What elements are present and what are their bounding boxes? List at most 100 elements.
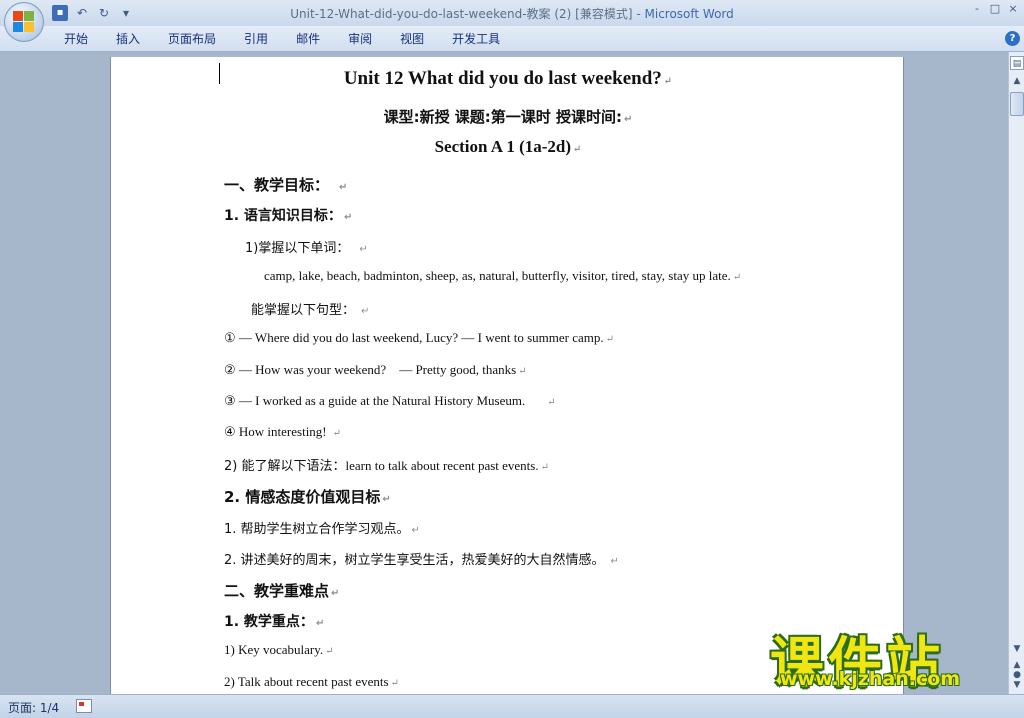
grammar-item: 2) 能了解以下语法：learn to talk about recent pa… <box>224 455 549 474</box>
sentence-4-text: ④ How interesting! <box>224 424 327 439</box>
paragraph-mark: ↵ <box>361 306 370 317</box>
heading-objectives-text: 一、教学目标： <box>224 176 330 194</box>
window-title-doc: Unit-12-What-did-you-do-last-weekend-教案 … <box>290 7 645 21</box>
document-workspace[interactable]: Unit 12 What did you do last weekend? ↵ 课… <box>0 52 1008 694</box>
tab-view[interactable]: 视图 <box>386 30 438 48</box>
subheading-language: 1. 语言知识目标： ↵ <box>224 205 352 225</box>
help-icon[interactable]: ? <box>1005 31 1020 46</box>
attitude-item-1: 1. 帮助学生树立合作学习观点。 ↵ <box>224 518 420 537</box>
paragraph-mark: ↵ <box>411 525 420 536</box>
paragraph-mark: ↵ <box>359 244 368 255</box>
attitude-item-1-text: 1. 帮助学生树立合作学习观点。 <box>224 522 410 537</box>
focus-item-1-text: 1) Key vocabulary. <box>224 642 324 657</box>
proofing-status-icon[interactable] <box>76 699 92 713</box>
paragraph-mark: ↵ <box>331 588 340 599</box>
focus-item-2-text: 2) Talk about recent past events <box>224 674 389 689</box>
subheading-attitude-text: 2. 情感态度价值观目标 <box>224 488 381 506</box>
scroll-down-icon[interactable]: ▼ <box>1010 642 1024 656</box>
scrollbar-thumb[interactable] <box>1010 92 1024 116</box>
office-button[interactable] <box>4 2 44 42</box>
restore-button[interactable]: □ <box>988 2 1002 16</box>
undo-icon[interactable]: ↶ <box>74 5 90 21</box>
doc-subtitle: 课型:新授 课题:第一课时 授课时间: ↵ <box>111 106 905 127</box>
tab-references[interactable]: 引用 <box>230 30 282 48</box>
heading-key-points: 二、教学重难点 ↵ <box>224 580 339 601</box>
doc-section-text: Section A 1 (1a-2d) <box>434 137 572 156</box>
paragraph-mark: ↵ <box>518 366 527 377</box>
title-bar: ▪ ↶ ↻ ▾ Unit-12-What-did-you-do-last-wee… <box>0 0 1024 26</box>
tab-mailings[interactable]: 邮件 <box>282 30 334 48</box>
item-words-label: 1)掌握以下单词： ↵ <box>245 237 368 256</box>
tab-developer[interactable]: 开发工具 <box>438 30 514 48</box>
sentence-2-text: ② — How was your weekend? — Pretty good,… <box>224 362 517 377</box>
office-logo-icon <box>13 11 35 33</box>
paragraph-mark: ↵ <box>315 618 325 629</box>
paragraph-mark: ↵ <box>610 556 619 567</box>
subheading-focus-text: 1. 教学重点： <box>224 614 314 630</box>
attitude-item-2-text: 2. 讲述美好的周末，树立学生享受生活，热爱美好的大自然情感。 <box>224 553 605 568</box>
grammar-item-text: learn to talk about recent past events. <box>345 458 539 473</box>
doc-subtitle-text: 课型:新授 课题:第一课时 授课时间: <box>383 108 623 126</box>
paragraph-mark: ↵ <box>325 646 334 657</box>
sentence-3: ③ — I worked as a guide at the Natural H… <box>224 393 556 409</box>
subheading-focus: 1. 教学重点： ↵ <box>224 611 324 631</box>
paragraph-mark: ↵ <box>339 182 348 193</box>
vocabulary-list-text: camp, lake, beach, badminton, sheep, as,… <box>264 268 731 283</box>
scroll-up-icon[interactable]: ▲ <box>1010 74 1024 88</box>
heading-objectives: 一、教学目标： ↵ <box>224 174 347 195</box>
paragraph-mark: ↵ <box>663 76 673 87</box>
paragraph-mark: ↵ <box>573 144 582 155</box>
sentence-3-text: ③ — I worked as a guide at the Natural H… <box>224 393 526 408</box>
window-title: Unit-12-What-did-you-do-last-weekend-教案 … <box>0 5 1024 22</box>
sentences-label: 能掌握以下句型： ↵ <box>251 299 369 318</box>
window-controls: - □ × <box>970 2 1020 16</box>
sentence-1: ① — Where did you do last weekend, Lucy?… <box>224 330 614 346</box>
sentence-2: ② — How was your weekend? — Pretty good,… <box>224 362 527 378</box>
tab-insert[interactable]: 插入 <box>102 30 154 48</box>
sentence-4: ④ How interesting! ↵ <box>224 424 341 440</box>
window-title-app: Microsoft Word <box>644 7 734 21</box>
paragraph-mark: ↵ <box>624 114 633 125</box>
ribbon: 开始 插入 页面布局 引用 邮件 审阅 视图 开发工具 ? <box>0 26 1024 52</box>
doc-section: Section A 1 (1a-2d) ↵ <box>111 137 905 157</box>
focus-item-2: 2) Talk about recent past events ↵ <box>224 674 399 690</box>
tab-home[interactable]: 开始 <box>50 30 102 48</box>
subheading-language-text: 1. 语言知识目标： <box>224 208 342 224</box>
sentence-1-text: ① — Where did you do last weekend, Lucy?… <box>224 330 604 345</box>
grammar-item-prefix: 2) 能了解以下语法： <box>224 459 346 474</box>
text-cursor <box>219 63 220 84</box>
document-body[interactable]: Unit 12 What did you do last weekend? ↵ 课… <box>111 57 903 694</box>
sentences-label-text: 能掌握以下句型： <box>251 303 356 318</box>
customize-toolbar-icon[interactable]: ▾ <box>118 5 134 21</box>
tab-review[interactable]: 审阅 <box>334 30 386 48</box>
item-words-label-text: 1)掌握以下单词： <box>245 241 350 256</box>
close-button[interactable]: × <box>1006 2 1020 16</box>
paragraph-mark: ↵ <box>390 678 399 689</box>
paragraph-mark: ↵ <box>332 428 342 439</box>
tab-page-layout[interactable]: 页面布局 <box>154 30 230 48</box>
next-page-icon[interactable]: ▼ <box>1010 678 1024 692</box>
document-page[interactable]: Unit 12 What did you do last weekend? ↵ 课… <box>110 57 904 694</box>
paragraph-mark: ↵ <box>343 212 353 223</box>
status-bar: 页面: 1/4 <box>0 694 1024 718</box>
paragraph-mark: ↵ <box>547 397 556 408</box>
doc-title: Unit 12 What did you do last weekend? ↵ <box>111 68 905 90</box>
page-counter[interactable]: 页面: 1/4 <box>8 699 59 716</box>
vertical-scrollbar[interactable]: ▤ ▲ ▼ ▲ ● ▼ <box>1008 52 1024 694</box>
vocabulary-list: camp, lake, beach, badminton, sheep, as,… <box>264 268 741 284</box>
paragraph-mark: ↵ <box>605 334 615 345</box>
paragraph-mark: ↵ <box>382 494 391 505</box>
paragraph-mark: ↵ <box>732 272 742 283</box>
doc-title-text: Unit 12 What did you do last weekend? <box>343 68 662 89</box>
redo-icon[interactable]: ↻ <box>96 5 112 21</box>
ribbon-tabs: 开始 插入 页面布局 引用 邮件 审阅 视图 开发工具 <box>50 30 514 48</box>
save-icon[interactable]: ▪ <box>52 5 68 21</box>
heading-key-points-text: 二、教学重难点 <box>224 582 330 600</box>
attitude-item-2: 2. 讲述美好的周末，树立学生享受生活，热爱美好的大自然情感。 ↵ <box>224 549 619 568</box>
minimize-button[interactable]: - <box>970 2 984 16</box>
quick-access-toolbar: ▪ ↶ ↻ ▾ <box>52 3 134 23</box>
ruler-toggle-icon[interactable]: ▤ <box>1010 56 1024 70</box>
subheading-attitude: 2. 情感态度价值观目标 ↵ <box>224 486 391 507</box>
paragraph-mark: ↵ <box>540 462 549 473</box>
focus-item-1: 1) Key vocabulary. ↵ <box>224 642 334 658</box>
